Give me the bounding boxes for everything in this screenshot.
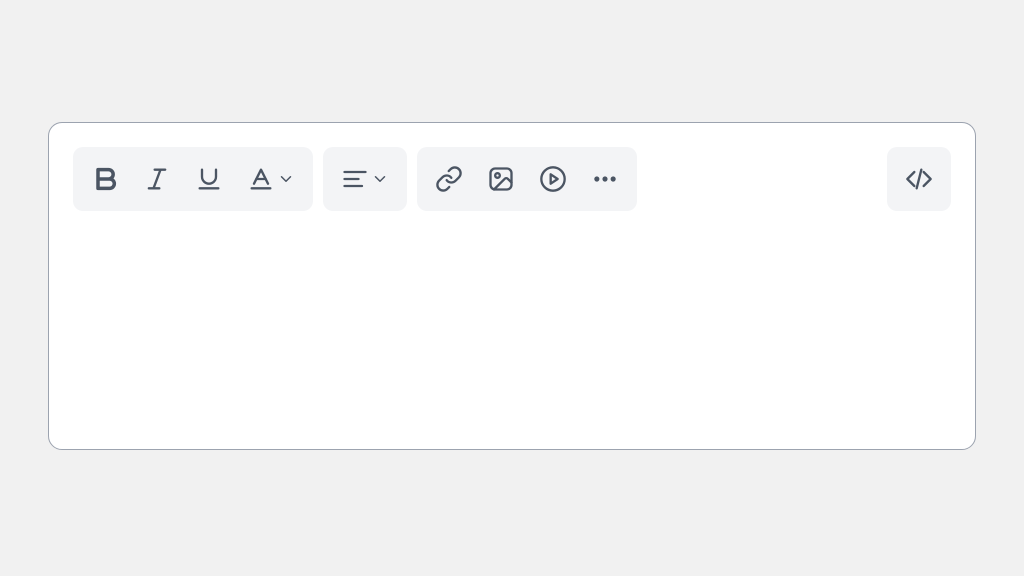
underline-button[interactable] xyxy=(183,153,235,205)
editor-content-area[interactable] xyxy=(73,211,951,425)
italic-icon xyxy=(143,165,171,193)
bold-button[interactable] xyxy=(79,153,131,205)
toolbar-group-alignment xyxy=(323,147,407,211)
link-icon xyxy=(435,165,463,193)
align-button[interactable] xyxy=(329,153,401,205)
chevron-down-icon xyxy=(371,170,389,188)
bold-icon xyxy=(91,165,119,193)
editor-toolbar xyxy=(73,147,951,211)
code-icon xyxy=(905,165,933,193)
toolbar-group-insert xyxy=(417,147,637,211)
align-left-icon xyxy=(341,165,369,193)
underline-icon xyxy=(195,165,223,193)
code-view-button[interactable] xyxy=(893,153,945,205)
toolbar-group-code xyxy=(887,147,951,211)
text-color-button[interactable] xyxy=(235,153,307,205)
rich-text-editor xyxy=(48,122,976,450)
italic-button[interactable] xyxy=(131,153,183,205)
chevron-down-icon xyxy=(277,170,295,188)
more-button[interactable] xyxy=(579,153,631,205)
toolbar-group-text-style xyxy=(73,147,313,211)
link-button[interactable] xyxy=(423,153,475,205)
video-button[interactable] xyxy=(527,153,579,205)
more-horizontal-icon xyxy=(591,165,619,193)
image-button[interactable] xyxy=(475,153,527,205)
play-circle-icon xyxy=(539,165,567,193)
text-color-icon xyxy=(247,165,275,193)
image-icon xyxy=(487,165,515,193)
